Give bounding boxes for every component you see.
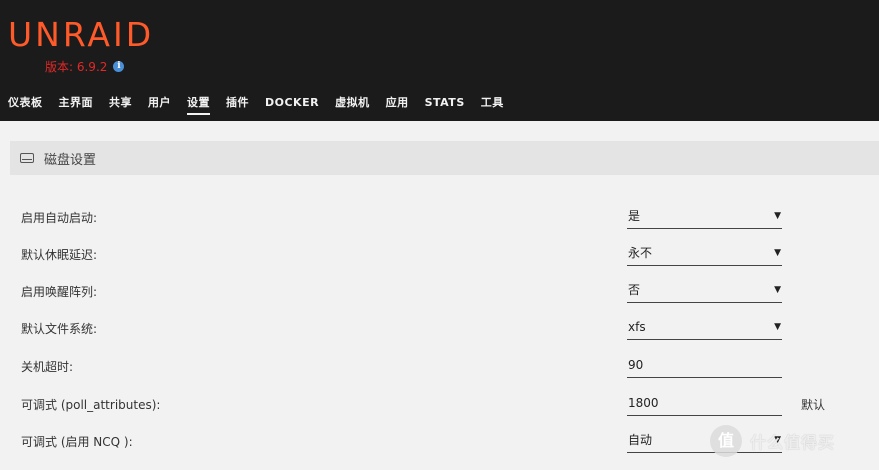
setting-label: 可调式 (启用 NCQ ):	[21, 435, 133, 449]
nav-dashboard[interactable]: 仪表板	[0, 95, 51, 115]
shutdown-timeout-input[interactable]: 90	[627, 352, 782, 378]
filesystem-select[interactable]: xfs ▼	[627, 314, 782, 340]
watermark: 值 什么值得买	[710, 425, 835, 457]
select-value: 否	[628, 283, 641, 297]
nav-tools[interactable]: 工具	[473, 95, 512, 115]
select-value: 是	[628, 209, 641, 223]
setting-row-autostart: 启用自动启动: 是 ▼	[0, 201, 879, 238]
caret-down-icon: ▼	[774, 285, 781, 295]
setting-label: 关机超时:	[21, 360, 74, 374]
setting-label: 启用唤醒阵列:	[21, 285, 98, 299]
setting-label: 默认休眠延迟:	[21, 248, 98, 262]
select-value: 自动	[628, 433, 653, 447]
watermark-text: 什么值得买	[750, 433, 836, 452]
select-value: xfs	[628, 320, 646, 334]
nav-vms[interactable]: 虚拟机	[327, 95, 378, 115]
wake-array-select[interactable]: 否 ▼	[627, 277, 782, 303]
version-label: 版本: 6.9.2	[45, 60, 108, 74]
nav-settings[interactable]: 设置	[179, 95, 218, 115]
input-value: 1800	[628, 396, 659, 410]
autostart-select[interactable]: 是 ▼	[627, 203, 782, 229]
caret-down-icon: ▼	[774, 211, 781, 221]
section-title: 磁盘设置	[44, 152, 97, 168]
nav-plugins[interactable]: 插件	[218, 95, 257, 115]
setting-row-shutdown-timeout: 关机超时: 90	[0, 350, 879, 387]
nav-apps[interactable]: 应用	[378, 95, 417, 115]
nav-main[interactable]: 主界面	[51, 95, 102, 115]
nav-users[interactable]: 用户	[140, 95, 179, 115]
input-value: 90	[628, 358, 644, 372]
nav-docker[interactable]: DOCKER	[257, 95, 327, 115]
disk-icon	[20, 153, 34, 163]
section-header: 磁盘设置	[10, 141, 879, 175]
caret-down-icon: ▼	[774, 248, 781, 258]
setting-label: 可调式 (poll_attributes):	[21, 398, 161, 412]
smzdm-logo-icon: 值	[710, 425, 742, 457]
setting-row-poll-attributes: 可调式 (poll_attributes): 1800 默认	[0, 388, 879, 425]
caret-down-icon: ▼	[774, 322, 781, 332]
poll-attributes-input[interactable]: 1800	[627, 390, 782, 416]
select-value: 永不	[628, 246, 653, 260]
spindown-delay-select[interactable]: 永不 ▼	[627, 240, 782, 266]
setting-label: 默认文件系统:	[21, 322, 98, 336]
nav-stats[interactable]: STATS	[417, 95, 473, 115]
setting-row-wake-array: 启用唤醒阵列: 否 ▼	[0, 275, 879, 312]
setting-label: 启用自动启动:	[21, 211, 98, 225]
setting-row-spindown: 默认休眠延迟: 永不 ▼	[0, 238, 879, 275]
default-hint: 默认	[801, 398, 826, 412]
header: UNRAID 版本: 6.9.2 i 仪表板 主界面 共享 用户 设置 插件 D…	[0, 0, 879, 121]
setting-row-filesystem: 默认文件系统: xfs ▼	[0, 312, 879, 349]
main-nav: 仪表板 主界面 共享 用户 设置 插件 DOCKER 虚拟机 应用 STATS …	[0, 95, 512, 115]
info-icon[interactable]: i	[113, 61, 125, 72]
nav-shares[interactable]: 共享	[101, 95, 140, 115]
version-info: 版本: 6.9.2 i	[45, 58, 125, 75]
unraid-logo[interactable]: UNRAID	[8, 18, 154, 51]
